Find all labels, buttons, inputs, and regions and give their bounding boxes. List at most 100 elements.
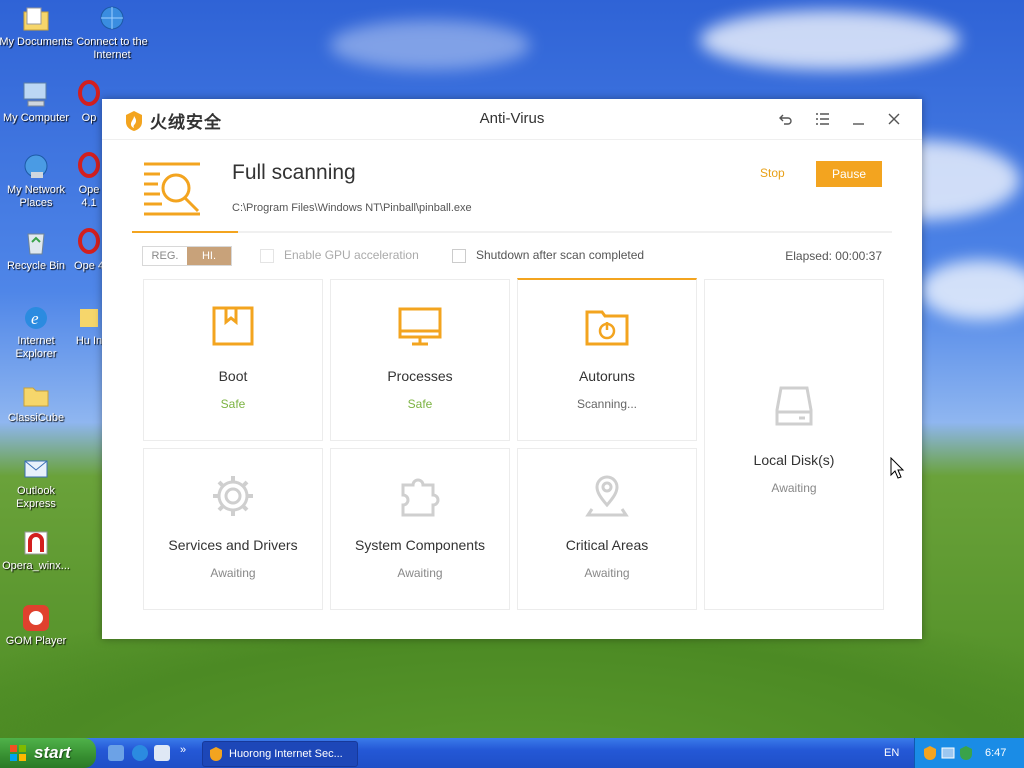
tile-label: Processes [387, 368, 453, 384]
opera-icon [74, 80, 104, 110]
title-bar: 火绒安全 Anti-Virus [102, 99, 922, 140]
installer-icon [21, 528, 51, 558]
current-file-path: C:\Program Files\Windows NT\Pinball\pinb… [232, 202, 472, 214]
tile-local-disks[interactable]: Local Disk(s) Awaiting [704, 279, 884, 610]
desktop-icon-internet-explorer[interactable]: e Internet Explorer [0, 303, 74, 361]
power-folder-icon [518, 304, 696, 350]
tile-autoruns[interactable]: Autoruns Scanning... [517, 278, 697, 441]
windows-flag-icon [10, 745, 26, 761]
start-button[interactable]: start [0, 738, 96, 768]
tile-status: Awaiting [210, 566, 256, 580]
network-tray-icon[interactable] [941, 745, 955, 761]
back-button[interactable] [776, 109, 796, 129]
stop-button[interactable]: Stop [760, 166, 785, 180]
menu-button[interactable] [812, 109, 832, 129]
window-title: Anti-Virus [479, 110, 545, 127]
taskbar: start » Huorong Internet Sec... EN 6:47 [0, 738, 1024, 768]
huorong-tray-icon[interactable] [923, 745, 937, 761]
desktop-icon-gom-player[interactable]: GOM Player [0, 603, 74, 648]
back-icon [779, 114, 792, 125]
shortcut-icon [74, 303, 104, 333]
folder-icon [21, 380, 51, 410]
recycle-bin-icon [21, 228, 51, 258]
tile-label: Boot [218, 368, 248, 384]
sky-cloud [330, 20, 530, 70]
minimize-icon [853, 123, 864, 125]
outlook-icon [21, 453, 51, 483]
sky-cloud [700, 10, 960, 70]
minimize-button[interactable] [848, 109, 868, 129]
svg-text:e: e [31, 309, 39, 328]
tile-status: Scanning... [576, 397, 638, 411]
security-tray-icon[interactable] [959, 745, 973, 761]
bookmark-box-icon [144, 304, 322, 350]
tile-label: Local Disk(s) [753, 452, 835, 468]
menu-icon [816, 113, 829, 125]
tile-status: Safe [220, 397, 246, 411]
desktop-icon-opera-41[interactable]: Ope 4.1 [74, 152, 104, 210]
tile-system-components[interactable]: System Components Awaiting [330, 448, 510, 610]
taskbar-window-huorong[interactable]: Huorong Internet Sec... [202, 741, 358, 767]
desktop-icon-connect-internet[interactable]: Connect to the Internet [74, 4, 150, 62]
ie-icon: e [21, 303, 51, 333]
mouse-cursor-icon [890, 457, 905, 479]
desktop-icon-my-documents[interactable]: My Documents [0, 4, 74, 49]
close-button[interactable] [884, 109, 904, 129]
taskbar-window-label: Huorong Internet Sec... [229, 748, 343, 760]
quicklaunch-ie-icon[interactable] [132, 745, 148, 761]
gpu-label: Enable GPU acceleration [284, 248, 419, 262]
map-pin-icon [518, 473, 696, 519]
tile-critical-areas[interactable]: Critical Areas Awaiting [517, 448, 697, 610]
monitor-icon [331, 304, 509, 350]
mode-hi[interactable]: HI. [187, 247, 231, 265]
start-label: start [34, 743, 71, 762]
system-tray: 6:47 [914, 738, 1024, 768]
tile-boot[interactable]: Boot Safe [143, 279, 323, 441]
scan-progress-bar [132, 231, 892, 233]
desktop-icon-classicube[interactable]: ClassiCube [0, 380, 74, 425]
gom-player-icon [21, 603, 51, 633]
computer-icon [21, 80, 51, 110]
tile-label: Services and Drivers [168, 537, 298, 553]
tile-status: Safe [407, 397, 433, 411]
scan-progress-fill [132, 231, 239, 233]
desktop-icon-outlook-express[interactable]: Outlook Express [0, 453, 74, 511]
disk-drive-icon [705, 384, 883, 430]
tile-status: Awaiting [771, 481, 817, 495]
desktop-icon-opera[interactable]: Op [74, 80, 104, 125]
language-indicator[interactable]: EN [884, 747, 899, 759]
tile-label: System Components [355, 537, 485, 553]
pause-button[interactable]: Pause [816, 161, 882, 187]
mode-reg[interactable]: REG. [143, 247, 187, 265]
gpu-checkbox[interactable] [260, 249, 274, 263]
shutdown-label: Shutdown after scan completed [476, 248, 645, 262]
tile-services-drivers[interactable]: Services and Drivers Awaiting [143, 448, 323, 610]
scan-title: Full scanning [232, 161, 356, 184]
opera-icon [74, 152, 104, 182]
quicklaunch-desktop-icon[interactable] [108, 745, 124, 761]
flame-shield-icon [210, 747, 222, 761]
desktop-icon-huorong[interactable]: Hu In [74, 303, 104, 348]
shutdown-checkbox[interactable] [452, 249, 466, 263]
close-icon [888, 113, 900, 125]
chevron-right-icon[interactable]: » [180, 744, 186, 756]
network-icon [21, 152, 51, 182]
desktop-icon-opera-4[interactable]: Ope 4 [74, 228, 104, 273]
desktop-icon-my-computer[interactable]: My Computer [0, 80, 74, 125]
mode-toggle[interactable]: REG. HI. [142, 246, 232, 266]
quicklaunch-media-icon[interactable] [154, 745, 170, 761]
scan-options-row: REG. HI. Enable GPU acceleration Shutdow… [102, 245, 922, 267]
scan-header: Full scanning C:\Program Files\Windows N… [102, 139, 922, 235]
folder-docs-icon [21, 4, 51, 34]
desktop-icon-recycle-bin[interactable]: Recycle Bin [0, 228, 74, 273]
antivirus-window: 火绒安全 Anti-Virus Full scanning C:\Program… [102, 99, 922, 639]
tile-processes[interactable]: Processes Safe [330, 279, 510, 441]
sky-cloud [920, 260, 1024, 320]
desktop-icon-network-places[interactable]: My Network Places [0, 152, 74, 210]
tile-status: Awaiting [397, 566, 443, 580]
gear-icon [144, 473, 322, 519]
puzzle-icon [331, 473, 509, 519]
opera-icon [74, 228, 104, 258]
scan-magnifier-icon [144, 162, 200, 216]
desktop-icon-opera-installer[interactable]: Opera_winx... [0, 528, 74, 573]
